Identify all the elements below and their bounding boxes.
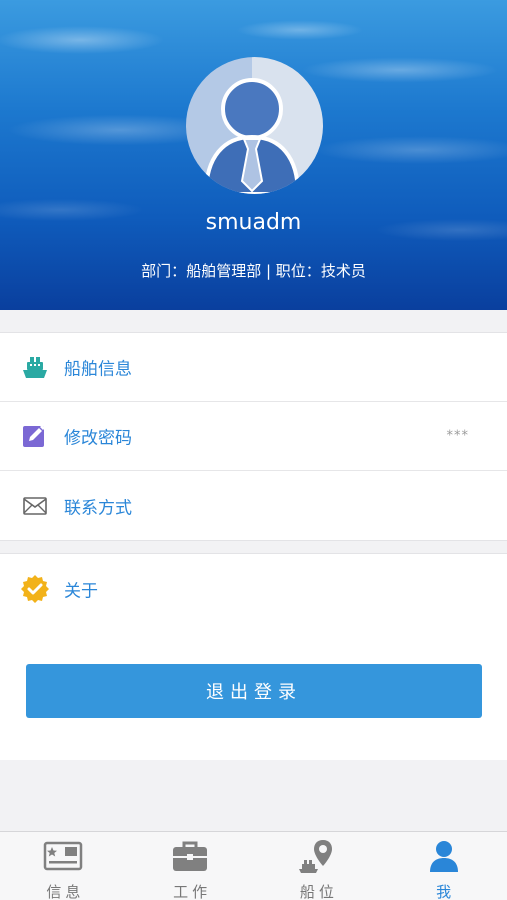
briefcase-icon xyxy=(170,838,210,874)
menu-item-change-password[interactable]: 修改密码 *** xyxy=(0,402,507,471)
avatar[interactable] xyxy=(186,57,323,194)
info-separator: | xyxy=(261,262,276,280)
menu-item-contact[interactable]: 联系方式 xyxy=(0,471,507,540)
edit-icon xyxy=(20,421,50,451)
username: smuadm xyxy=(205,210,302,235)
department-value: 船舶管理部 xyxy=(186,262,262,280)
tab-work[interactable]: 工作 xyxy=(127,832,254,900)
tab-label: 我 xyxy=(436,883,452,900)
user-info: 部门：船舶管理部 | 职位：技术员 xyxy=(0,260,507,281)
password-mask: *** xyxy=(446,428,469,444)
tab-label: 信息 xyxy=(46,883,85,900)
tab-ship-location[interactable]: 船位 xyxy=(254,832,381,900)
department-label: 部门： xyxy=(141,262,187,280)
verified-badge-icon xyxy=(20,574,50,604)
menu-item-label: 船舶信息 xyxy=(64,359,132,380)
menu-item-about[interactable]: 关于 xyxy=(0,554,507,623)
person-icon xyxy=(424,838,464,874)
ship-icon xyxy=(20,352,50,382)
menu-item-label: 关于 xyxy=(64,581,98,601)
about-list: 关于 xyxy=(0,553,507,624)
tab-me[interactable]: 我 xyxy=(380,832,507,900)
position-value: 技术员 xyxy=(320,262,366,280)
position-label: 职位： xyxy=(275,262,321,280)
menu-item-label: 修改密码 xyxy=(64,428,132,449)
bottom-tab-bar: 信息 工作 船位 我 xyxy=(0,831,507,900)
profile-header: smuadm 部门：船舶管理部 | 职位：技术员 xyxy=(0,0,507,310)
ship-location-icon xyxy=(297,838,337,874)
menu-item-label: 联系方式 xyxy=(64,498,132,518)
tab-label: 工作 xyxy=(173,883,212,900)
avatar-person-icon xyxy=(203,78,301,194)
logout-section: 退出登录 xyxy=(0,622,507,760)
settings-list: 船舶信息 修改密码 *** 联系方式 xyxy=(0,332,507,541)
mail-icon xyxy=(20,491,50,521)
tab-label: 船位 xyxy=(299,883,338,900)
logout-button[interactable]: 退出登录 xyxy=(26,664,482,718)
menu-item-ship-info[interactable]: 船舶信息 xyxy=(0,333,507,402)
message-card-icon xyxy=(43,838,83,874)
tab-messages[interactable]: 信息 xyxy=(0,832,127,900)
